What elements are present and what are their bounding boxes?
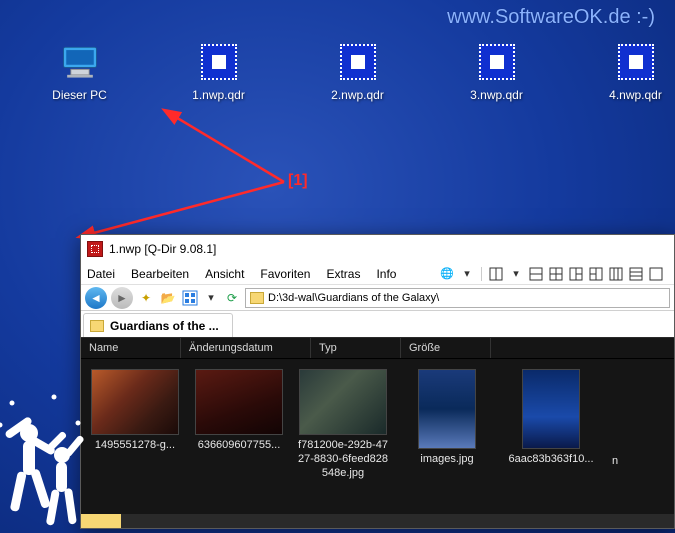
view-mode-icon[interactable] [181,289,199,307]
nav-back-button[interactable]: ◄ [85,287,107,309]
layout-3-icon[interactable] [548,266,564,282]
desktop-icon-row: Dieser PC 1.nwp.qdr 2.nwp.qdr 3.nwp.qdr … [0,40,675,102]
file-name: 636609607755... [198,439,281,453]
menu-edit[interactable]: Bearbeiten [131,267,189,281]
layout-2-icon[interactable] [528,266,544,282]
dropdown-icon[interactable]: ▾ [203,290,219,306]
qdr-file-icon [614,40,658,84]
folder-icon [90,320,104,332]
column-header-row: Name Änderungsdatum Typ Größe [81,337,674,359]
col-type[interactable]: Typ [311,338,401,358]
file-name: f781200e-292b-4727-8830-6feed828548e.jpg [297,439,389,480]
layout-7-icon[interactable] [628,266,644,282]
desktop-icon-qdr-1[interactable]: 1.nwp.qdr [179,40,258,102]
watermark-text: www.SoftwareOK.de :-) [447,6,655,29]
file-thumbnail[interactable]: images.jpg [401,369,493,480]
thumbnail-image [195,369,283,435]
col-name[interactable]: Name [81,338,181,358]
menu-file[interactable]: Datei [87,267,115,281]
thumbnail-image [522,369,580,449]
desktop-icon-label: Dieser PC [52,88,107,102]
nav-up-icon[interactable]: 📂 [159,289,177,307]
computer-icon [58,40,102,84]
thumbnail-image [91,369,179,435]
file-thumbnail[interactable]: f781200e-292b-4727-8830-6feed828548e.jpg [297,369,389,480]
horizontal-scrollbar[interactable] [81,514,674,528]
file-thumbnail[interactable]: 636609607755... [193,369,285,480]
qdir-window: 1.nwp [Q-Dir 9.08.1] Datei Bearbeiten An… [80,234,675,529]
col-size[interactable]: Größe [401,338,491,358]
desktop-icon-qdr-2[interactable]: 2.nwp.qdr [318,40,397,102]
nav-recent-icon[interactable]: ✦ [137,289,155,307]
qdr-file-icon [336,40,380,84]
file-thumbnail-partial[interactable]: n [609,369,621,480]
file-pane[interactable]: 1495551278-g... 636609607755... f781200e… [81,359,674,528]
navbar: ◄ ► ✦ 📂 ▾ ⟳ D:\3d-wal\Guardians of the G… [81,285,674,311]
qdr-file-icon [475,40,519,84]
scrollbar-grip[interactable] [81,514,121,528]
layout-8-icon[interactable] [648,266,664,282]
desktop-icon-qdr-4[interactable]: 4.nwp.qdr [596,40,675,102]
folder-tab[interactable]: Guardians of the ... [83,313,233,337]
dropdown-icon[interactable]: ▾ [459,266,475,282]
toolbar-layout-group: 🌐▾ ▾ [439,266,668,282]
tab-label: Guardians of the ... [110,319,219,333]
desktop-icon-label: 2.nwp.qdr [331,88,384,102]
tab-row: Guardians of the ... [81,311,674,337]
folder-icon [250,292,264,304]
file-thumbnail[interactable]: 1495551278-g... [89,369,181,480]
layout-5-icon[interactable] [588,266,604,282]
qdr-file-icon [197,40,241,84]
nav-forward-button[interactable]: ► [111,287,133,309]
dropdown-icon[interactable]: ▾ [508,266,524,282]
desktop-icon-label: 1.nwp.qdr [192,88,245,102]
refresh-icon[interactable]: ⟳ [223,289,241,307]
desktop: Dieser PC 1.nwp.qdr 2.nwp.qdr 3.nwp.qdr … [0,40,675,102]
file-thumbnail[interactable]: 6aac83b363f10... [505,369,597,480]
col-modified[interactable]: Änderungsdatum [181,338,311,358]
desktop-icon-label: 4.nwp.qdr [609,88,662,102]
globe-icon[interactable]: 🌐 [439,266,455,282]
layout-1-icon[interactable] [488,266,504,282]
thumbnail-image [418,369,476,449]
layout-6-icon[interactable] [608,266,624,282]
layout-4-icon[interactable] [568,266,584,282]
file-name: n [612,455,618,469]
file-name: 1495551278-g... [95,439,175,453]
thumbnail-image [299,369,387,435]
file-name: images.jpg [420,453,473,467]
titlebar[interactable]: 1.nwp [Q-Dir 9.08.1] [81,235,674,263]
menu-favorites[interactable]: Favoriten [260,267,310,281]
menu-extras[interactable]: Extras [326,267,360,281]
menubar: Datei Bearbeiten Ansicht Favoriten Extra… [81,263,674,285]
menu-info[interactable]: Info [376,267,396,281]
file-name: 6aac83b363f10... [508,453,593,467]
desktop-icon-qdr-3[interactable]: 3.nwp.qdr [457,40,536,102]
desktop-icon-label: 3.nwp.qdr [470,88,523,102]
app-icon [87,241,103,257]
address-bar[interactable]: D:\3d-wal\Guardians of the Galaxy\ [245,288,670,308]
window-title: 1.nwp [Q-Dir 9.08.1] [109,242,216,256]
address-path: D:\3d-wal\Guardians of the Galaxy\ [268,292,439,304]
menu-view[interactable]: Ansicht [205,267,244,281]
desktop-icon-this-pc[interactable]: Dieser PC [40,40,119,102]
